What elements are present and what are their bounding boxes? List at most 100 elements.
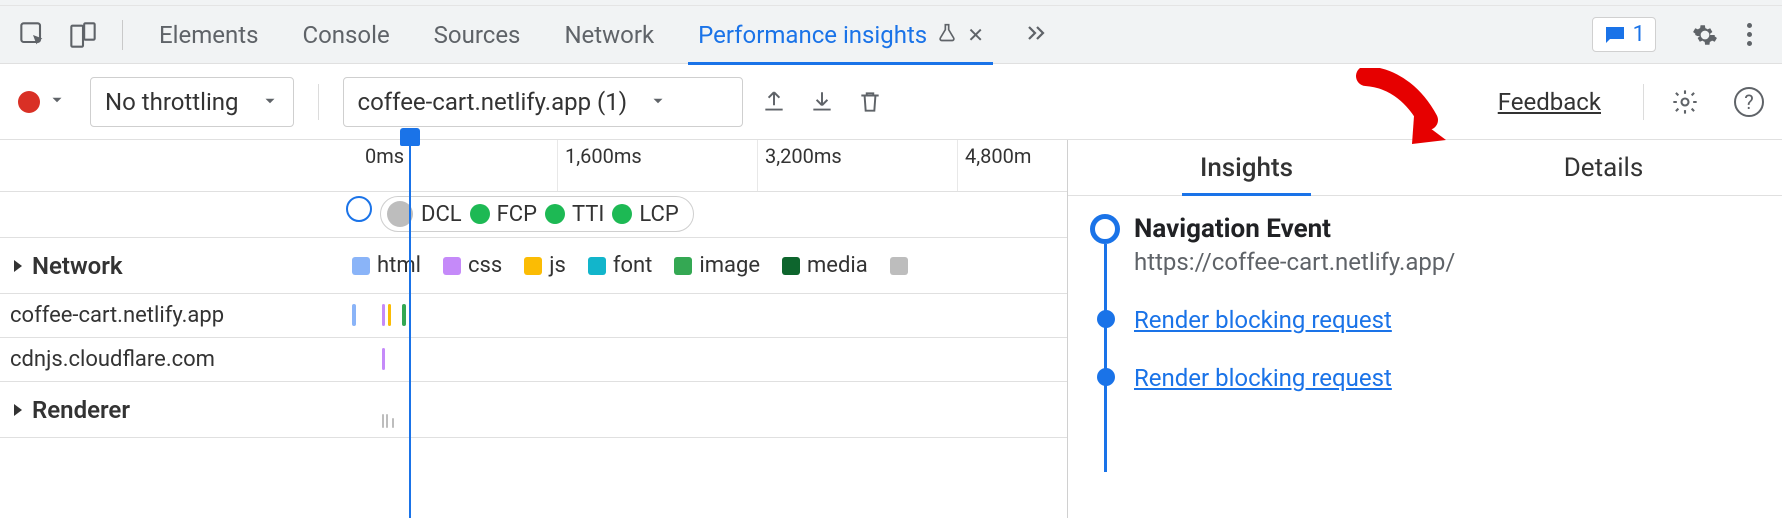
tab-sources[interactable]: Sources (412, 6, 543, 64)
help-icon[interactable]: ? (1734, 87, 1764, 117)
feedback-link[interactable]: Feedback (1498, 88, 1601, 116)
devtools-tab-bar: Elements Console Sources Network Perform… (0, 6, 1782, 64)
insight-title: Navigation Event (1134, 214, 1455, 244)
insight-link[interactable]: Render blocking request (1134, 364, 1392, 392)
insights-tabs: Insights Details (1068, 140, 1782, 196)
more-menu-icon[interactable] (1732, 18, 1766, 52)
insight-link[interactable]: Render blocking request (1134, 306, 1392, 334)
timeline-dot-icon (1097, 368, 1115, 386)
record-button[interactable] (18, 91, 40, 113)
tab-label: Performance insights (698, 21, 927, 49)
tab-console[interactable]: Console (280, 6, 411, 64)
recording-select[interactable]: coffee-cart.netlify.app (1) (343, 77, 743, 127)
ruler-tick: 3,200ms (765, 144, 842, 168)
tab-label: Details (1564, 153, 1644, 183)
timeline-node-insight[interactable]: Render blocking request (1134, 364, 1760, 392)
marker-label: DCL (421, 202, 462, 227)
legend-swatch-html (352, 257, 370, 275)
legend-label: font (613, 253, 653, 278)
more-tabs-icon[interactable] (1025, 21, 1049, 49)
insights-pane: Insights Details Navigation Event https:… (1068, 140, 1782, 518)
marker-label: FCP (497, 202, 537, 227)
timeline-dot-icon (1097, 310, 1115, 328)
legend-swatch-media (782, 257, 800, 275)
section-title: Network (32, 252, 123, 280)
legend-label: js (549, 253, 566, 278)
recording-value: coffee-cart.netlify.app (1) (358, 88, 628, 116)
panel-settings-gear-icon[interactable] (1668, 85, 1702, 119)
separator (122, 20, 123, 50)
renderer-section-header[interactable]: Renderer (0, 382, 1067, 438)
tab-network[interactable]: Network (542, 6, 676, 64)
marker-gray-circle-icon (387, 201, 413, 227)
disclosure-triangle-icon (10, 252, 26, 280)
host-label: coffee-cart.netlify.app (10, 303, 224, 328)
legend-swatch-image (674, 257, 692, 275)
waterfall-bar[interactable] (386, 414, 388, 428)
network-host-row[interactable]: cdnjs.cloudflare.com (0, 338, 1067, 382)
tab-insights[interactable]: Insights (1068, 140, 1425, 195)
network-section-header[interactable]: Network html css js font image media (0, 238, 1067, 294)
waterfall-bar[interactable] (392, 418, 394, 428)
legend-swatch-font (588, 257, 606, 275)
waterfall-bar[interactable] (382, 348, 385, 370)
export-icon[interactable] (757, 85, 791, 119)
legend-swatch-other (890, 257, 908, 275)
import-icon[interactable] (805, 85, 839, 119)
experiment-flask-icon (937, 21, 957, 49)
time-ruler[interactable]: 0ms 1,600ms 3,200ms 4,800m (0, 140, 1067, 192)
timing-markers-row: DCL FCP TTI LCP (0, 192, 1067, 238)
close-tab-icon[interactable]: ✕ (967, 27, 983, 43)
throttling-select[interactable]: No throttling (90, 77, 294, 127)
tab-label: Network (564, 21, 654, 49)
issues-pill[interactable]: 1 (1592, 17, 1656, 52)
legend-label: html (377, 253, 421, 278)
record-options-caret-icon[interactable] (48, 91, 66, 113)
waterfall-bar[interactable] (402, 304, 406, 326)
legend-label: image (699, 253, 760, 278)
settings-gear-icon[interactable] (1688, 18, 1722, 52)
legend-label: media (807, 253, 868, 278)
ruler-tick: 0ms (365, 144, 404, 168)
delete-icon[interactable] (853, 85, 887, 119)
separator (318, 84, 319, 120)
marker-green-dot-icon (470, 204, 490, 224)
marker-label: TTI (572, 202, 604, 227)
tab-elements[interactable]: Elements (137, 6, 280, 64)
insights-timeline: Navigation Event https://coffee-cart.net… (1090, 214, 1760, 392)
tab-label: Console (302, 21, 389, 49)
section-title: Renderer (32, 396, 130, 424)
waterfall-bar[interactable] (382, 414, 384, 428)
timing-markers-pill[interactable]: DCL FCP TTI LCP (380, 196, 694, 232)
disclosure-triangle-icon (10, 396, 26, 424)
tab-performance-insights[interactable]: Performance insights ✕ (676, 6, 1005, 64)
ruler-tick: 4,800m (965, 144, 1031, 168)
issues-count: 1 (1633, 22, 1645, 47)
tab-label: Sources (434, 21, 521, 49)
timeline-pane: 0ms 1,600ms 3,200ms 4,800m DCL FCP TTI L… (0, 140, 1068, 518)
tab-label: Elements (159, 21, 258, 49)
legend-label: css (468, 253, 502, 278)
chevron-down-icon (261, 88, 279, 116)
insight-subtitle: https://coffee-cart.netlify.app/ (1134, 248, 1455, 276)
separator (1643, 84, 1644, 120)
performance-toolbar: No throttling coffee-cart.netlify.app (1… (0, 64, 1782, 140)
host-label: cdnjs.cloudflare.com (10, 347, 215, 372)
main-content: 0ms 1,600ms 3,200ms 4,800m DCL FCP TTI L… (0, 140, 1782, 518)
throttling-value: No throttling (105, 88, 239, 116)
network-host-row[interactable]: coffee-cart.netlify.app (0, 294, 1067, 338)
timeline-node-insight[interactable]: Render blocking request (1134, 306, 1760, 334)
timeline-node-navigation[interactable]: Navigation Event https://coffee-cart.net… (1134, 214, 1760, 276)
device-toolbar-icon[interactable] (66, 18, 100, 52)
waterfall-bar[interactable] (352, 304, 356, 326)
chevron-down-icon (649, 88, 667, 116)
marker-label: LCP (639, 202, 678, 227)
tab-label: Insights (1200, 153, 1293, 183)
waterfall-bar[interactable] (382, 304, 385, 326)
inspect-element-icon[interactable] (16, 18, 50, 52)
tab-details[interactable]: Details (1425, 140, 1782, 195)
marker-circle-icon[interactable] (346, 196, 372, 222)
ruler-tick: 1,600ms (565, 144, 642, 168)
waterfall-bar[interactable] (388, 304, 391, 326)
marker-green-dot-icon (612, 204, 632, 224)
